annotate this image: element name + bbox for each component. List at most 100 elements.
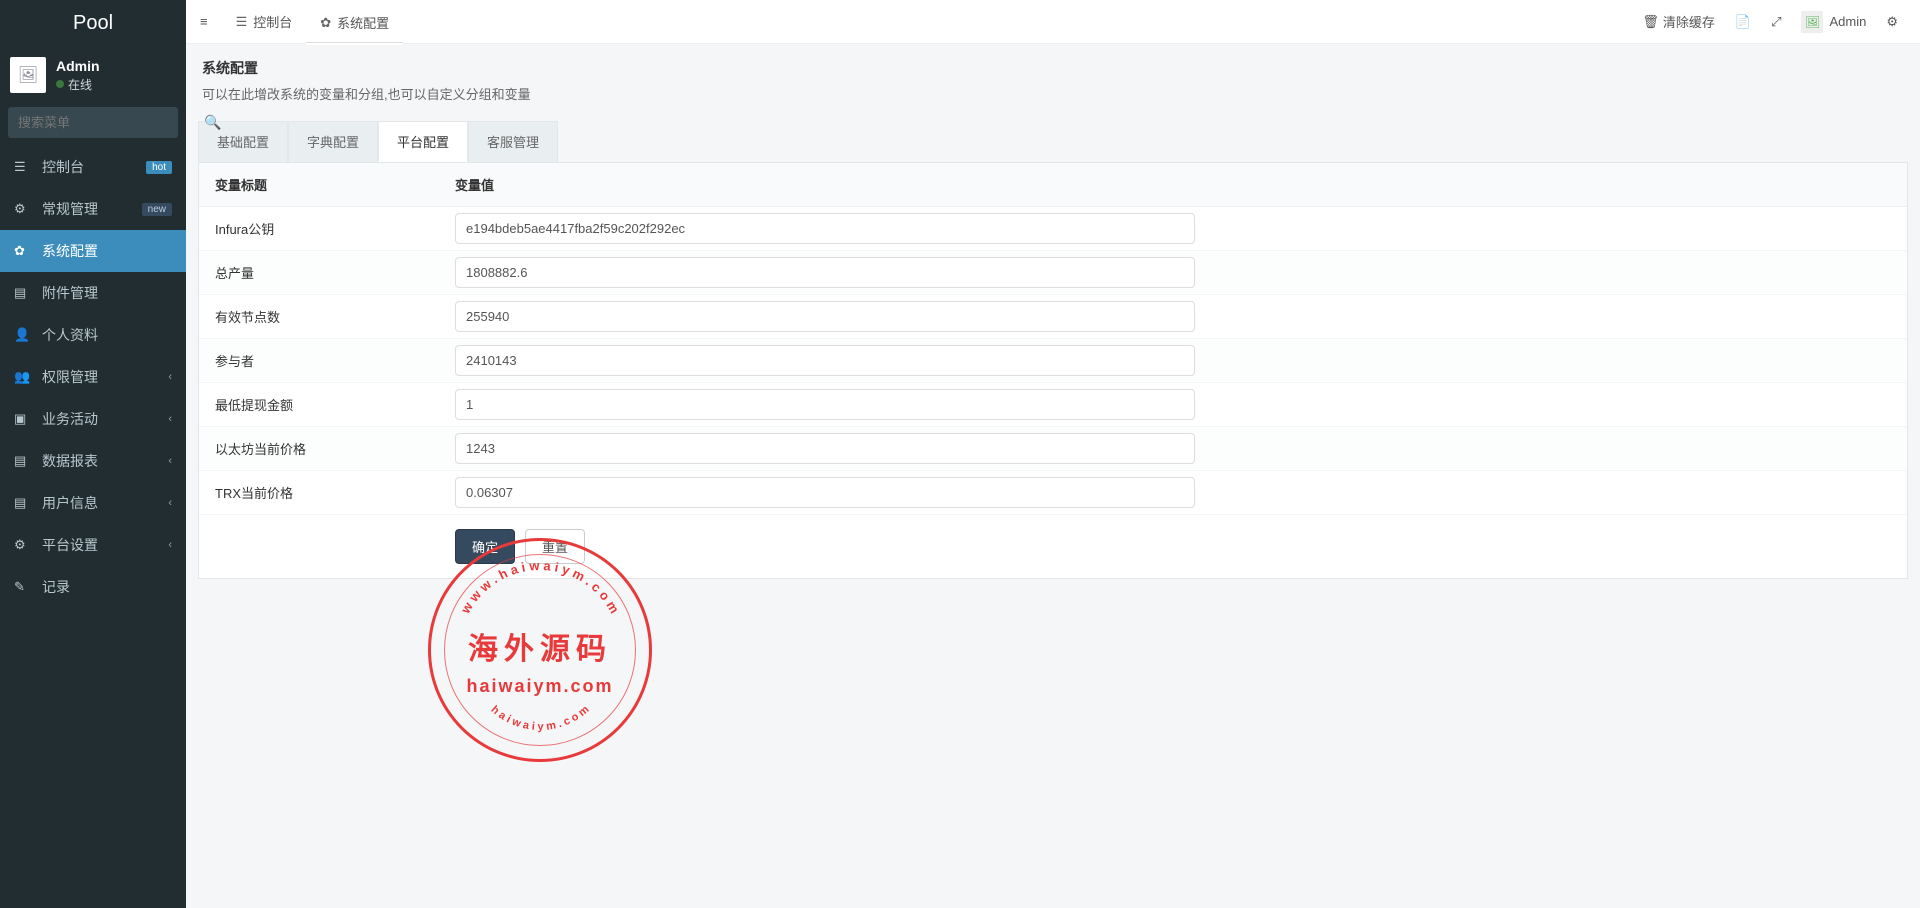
row-input-3[interactable] <box>455 345 1195 376</box>
menu-icon: ⚙ <box>14 537 34 553</box>
form-row-6: TRX当前价格 <box>199 471 1907 515</box>
avatar-sm-icon: 🖼 <box>1801 11 1823 33</box>
top-nav: ≡ ☰控制台 ✿ 系统配置 🗑清除缓存 📄 ⤢ 🖼 Admin ⚙ <box>186 0 1920 44</box>
sidebar-item-2[interactable]: ✿ 系统配置 <box>0 230 186 272</box>
config-tab-2[interactable]: 平台配置 <box>378 121 468 162</box>
search-input[interactable] <box>8 107 204 138</box>
menu-icon: ▣ <box>14 411 34 427</box>
trash-icon: 🗑 <box>1642 14 1659 30</box>
row-input-2[interactable] <box>455 301 1195 332</box>
top-user[interactable]: 🖼 Admin <box>1791 0 1876 44</box>
row-input-5[interactable] <box>455 433 1195 464</box>
sidebar: Pool 🖼 Admin 在线 🔍 ☰ 控制台 hot ⚙ 常规管理 new ✿… <box>0 0 186 908</box>
sidebar-user-status: 在线 <box>56 76 100 93</box>
row-input-0[interactable] <box>455 213 1195 244</box>
chevron-left-icon: ‹ <box>168 455 172 467</box>
chevron-left-icon: ‹ <box>168 539 172 551</box>
form-row-3: 参与者 <box>199 339 1907 383</box>
menu-icon: ▤ <box>14 285 34 301</box>
form-row-2: 有效节点数 <box>199 295 1907 339</box>
page-subtitle: 可以在此增改系统的变量和分组,也可以自定义分组和变量 <box>202 84 1904 103</box>
menu-icon: ▤ <box>14 453 34 469</box>
svg-text:h a i w a i y m . c o m: h a i w a i y m . c o m <box>489 703 592 733</box>
avatar: 🖼 <box>10 57 46 93</box>
menu-label: 平台设置 <box>42 535 162 555</box>
menu-icon: ✎ <box>14 579 34 595</box>
menu-icon: ✿ <box>14 243 34 259</box>
form-row-0: Infura公钥 <box>199 207 1907 251</box>
badge-new: new <box>142 203 172 216</box>
sidebar-item-4[interactable]: 👤 个人资料 <box>0 314 186 356</box>
row-label: TRX当前价格 <box>215 483 455 502</box>
top-user-label: Admin <box>1829 14 1866 29</box>
row-input-4[interactable] <box>455 389 1195 420</box>
sidebar-item-5[interactable]: 👥 权限管理 ‹ <box>0 356 186 398</box>
row-label: 以太坊当前价格 <box>215 439 455 458</box>
tab-label: 系统配置 <box>337 13 389 32</box>
config-tab-1[interactable]: 字典配置 <box>288 121 378 162</box>
tab-icon: ✿ <box>320 15 331 31</box>
docs-icon[interactable]: 📄 <box>1725 0 1761 44</box>
menu-label: 业务活动 <box>42 409 162 429</box>
sidebar-item-3[interactable]: ▤ 附件管理 <box>0 272 186 314</box>
row-label: 参与者 <box>215 351 455 370</box>
tab-label: 控制台 <box>253 12 292 31</box>
fullscreen-icon[interactable]: ⤢ <box>1761 0 1791 44</box>
menu-icon: 👥 <box>14 369 34 385</box>
menu-icon: ▤ <box>14 495 34 511</box>
menu-icon: ☰ <box>14 159 34 175</box>
form-row-5: 以太坊当前价格 <box>199 427 1907 471</box>
sidebar-username: Admin <box>56 58 100 74</box>
page-title: 系统配置 <box>202 58 1904 78</box>
row-label: Infura公钥 <box>215 219 455 238</box>
sidebar-menu: ☰ 控制台 hot ⚙ 常规管理 new ✿ 系统配置 ▤ 附件管理 👤 个人资… <box>0 146 186 608</box>
reset-button[interactable]: 重置 <box>525 529 585 564</box>
sidebar-item-0[interactable]: ☰ 控制台 hot <box>0 146 186 188</box>
app-logo: Pool <box>0 0 186 47</box>
menu-label: 用户信息 <box>42 493 162 513</box>
row-input-6[interactable] <box>455 477 1195 508</box>
sidebar-user-panel: 🖼 Admin 在线 <box>0 47 186 107</box>
badge-hot: hot <box>146 161 172 174</box>
menu-label: 附件管理 <box>42 283 172 303</box>
col-label: 变量标题 <box>215 175 455 194</box>
hamburger-icon[interactable]: ≡ <box>186 0 222 44</box>
sidebar-item-6[interactable]: ▣ 业务活动 ‹ <box>0 398 186 440</box>
row-label: 最低提现金额 <box>215 395 455 414</box>
row-input-1[interactable] <box>455 257 1195 288</box>
sidebar-item-10[interactable]: ✎ 记录 <box>0 566 186 608</box>
search-icon[interactable]: 🔍 <box>204 107 221 138</box>
panel-header: 系统配置 可以在此增改系统的变量和分组,也可以自定义分组和变量 <box>198 44 1908 113</box>
menu-label: 系统配置 <box>42 241 172 261</box>
tabs: 基础配置字典配置平台配置客服管理 <box>198 121 1908 162</box>
form-panel: 变量标题 变量值 Infura公钥 总产量 有效节点数 参与者 最低提现金额 以… <box>198 162 1908 579</box>
settings-icon[interactable]: ⚙ <box>1876 0 1908 44</box>
row-label: 总产量 <box>215 263 455 282</box>
menu-label: 权限管理 <box>42 367 162 387</box>
clear-cache-button[interactable]: 🗑清除缓存 <box>1632 0 1725 44</box>
menu-label: 常规管理 <box>42 199 142 219</box>
menu-label: 个人资料 <box>42 325 172 345</box>
sidebar-item-1[interactable]: ⚙ 常规管理 new <box>0 188 186 230</box>
config-tab-3[interactable]: 客服管理 <box>468 121 558 162</box>
col-value: 变量值 <box>455 175 494 194</box>
submit-button[interactable]: 确定 <box>455 529 515 564</box>
stamp-latin: haiwaiym.com <box>420 676 660 697</box>
sidebar-search: 🔍 <box>8 107 178 138</box>
sidebar-item-8[interactable]: ▤ 用户信息 ‹ <box>0 482 186 524</box>
top-tab-1[interactable]: ✿ 系统配置 <box>306 0 403 44</box>
stamp-chinese: 海外源码 <box>420 624 660 668</box>
menu-label: 控制台 <box>42 157 146 177</box>
content: 系统配置 可以在此增改系统的变量和分组,也可以自定义分组和变量 基础配置字典配置… <box>186 0 1920 591</box>
menu-label: 记录 <box>42 577 172 597</box>
menu-label: 数据报表 <box>42 451 162 471</box>
chevron-left-icon: ‹ <box>168 413 172 425</box>
top-tab-0[interactable]: ☰控制台 <box>222 0 307 44</box>
table-header: 变量标题 变量值 <box>199 163 1907 207</box>
form-row-1: 总产量 <box>199 251 1907 295</box>
sidebar-item-9[interactable]: ⚙ 平台设置 ‹ <box>0 524 186 566</box>
row-label: 有效节点数 <box>215 307 455 326</box>
sidebar-item-7[interactable]: ▤ 数据报表 ‹ <box>0 440 186 482</box>
chevron-left-icon: ‹ <box>168 371 172 383</box>
online-dot-icon <box>56 80 64 88</box>
